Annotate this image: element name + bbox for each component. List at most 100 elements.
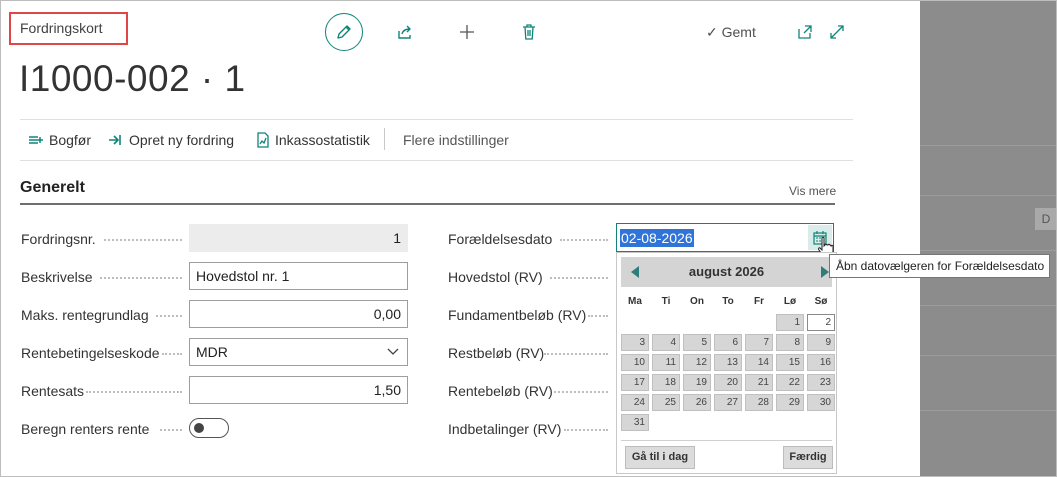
calendar-day[interactable]: 1: [776, 314, 804, 331]
chevron-down-icon: [387, 348, 399, 355]
calendar-day[interactable]: 5: [683, 334, 711, 351]
calendar-day[interactable]: 27: [714, 394, 742, 411]
calendar-day[interactable]: 3: [621, 334, 649, 351]
done-button[interactable]: Færdig: [783, 446, 833, 469]
interest-amount-label: Rentebeløb (RV): [448, 383, 553, 399]
plus-icon: [460, 25, 474, 39]
create-claim-icon: [109, 135, 121, 145]
calendar-day[interactable]: 12: [683, 354, 711, 371]
interest-rate-label: Rentesats: [21, 383, 85, 399]
datepicker-header: august 2026: [621, 257, 832, 287]
interest-terms-code-select[interactable]: MDR: [189, 338, 408, 366]
calendar-day[interactable]: 7: [745, 334, 773, 351]
limitation-date-value[interactable]: 02-08-2026: [620, 229, 694, 247]
show-more-link[interactable]: Vis mere: [789, 184, 836, 198]
edit-button[interactable]: [325, 13, 363, 51]
page-caption: Fordringskort: [9, 12, 128, 45]
background-divider: [920, 195, 1057, 196]
label-leader: [564, 428, 608, 431]
limitation-date-field[interactable]: 02-08-2026: [616, 223, 834, 252]
go-to-today-button[interactable]: Gå til i dag: [625, 446, 695, 469]
trash-icon: [523, 24, 535, 40]
delete-button[interactable]: [517, 20, 541, 44]
label-leader: [156, 314, 182, 317]
more-options-button[interactable]: Flere indstillinger: [403, 132, 509, 148]
label-leader: [104, 238, 182, 241]
payments-label: Indbetalinger (RV): [448, 421, 562, 437]
calendar-day[interactable]: 30: [807, 394, 835, 411]
datepicker-popup: august 2026 Ma Ti On To Fr Lø Sø 1 2 3 4 5 6 7 8 9 10 11 1…: [616, 252, 837, 474]
calendar-day[interactable]: 2: [807, 314, 835, 331]
background-divider: [920, 410, 1057, 411]
compound-interest-toggle[interactable]: [189, 418, 229, 438]
create-claim-button-label: Opret ny fordring: [129, 132, 235, 148]
post-button-label: Bogfør: [49, 132, 92, 148]
page-title: I1000-002 · 1: [19, 58, 246, 99]
calendar-day[interactable]: 14: [745, 354, 773, 371]
claim-no-field: 1: [189, 224, 408, 252]
description-field[interactable]: Hovedstol nr. 1: [189, 262, 408, 290]
label-leader: [162, 352, 182, 355]
share-icon: [398, 25, 411, 39]
calendar-day[interactable]: 29: [776, 394, 804, 411]
calendar-day[interactable]: 24: [621, 394, 649, 411]
label-leader: [550, 276, 608, 279]
description-label: Beskrivelse: [21, 269, 93, 285]
action-separator: [384, 128, 385, 150]
interest-rate-field[interactable]: 1,50: [189, 376, 408, 404]
calendar-day[interactable]: 21: [745, 374, 773, 391]
calendar-day[interactable]: 23: [807, 374, 835, 391]
max-interest-base-label: Maks. rentegrundlag: [21, 307, 149, 323]
more-options-label: Flere indstillinger: [403, 132, 509, 148]
label-leader: [86, 390, 182, 393]
share-button[interactable]: [393, 20, 417, 44]
statistics-icon: [257, 132, 269, 148]
weekday-header: Sø: [814, 296, 828, 307]
calendar-day[interactable]: 8: [776, 334, 804, 351]
next-month-arrow-icon[interactable]: [821, 266, 829, 278]
weekday-header: On: [690, 296, 704, 307]
calendar-day[interactable]: 28: [745, 394, 773, 411]
label-leader: [544, 352, 608, 355]
calendar-day[interactable]: 6: [714, 334, 742, 351]
check-icon: ✓: [706, 24, 718, 40]
create-claim-button[interactable]: Opret ny fordring: [108, 132, 234, 148]
open-in-new-window-button[interactable]: [793, 20, 817, 44]
background-page: D: [920, 0, 1057, 477]
statistics-button[interactable]: Inkassostatistik: [256, 132, 370, 148]
calendar-day[interactable]: 13: [714, 354, 742, 371]
saved-status-label: Gemt: [721, 24, 756, 40]
calendar-day[interactable]: 22: [776, 374, 804, 391]
weekday-header: To: [722, 296, 734, 307]
calendar-day[interactable]: 4: [652, 334, 680, 351]
background-chip: D: [1035, 208, 1057, 230]
compound-interest-label: Beregn renters rente: [21, 421, 150, 437]
label-leader: [100, 276, 182, 279]
post-icon: [29, 136, 43, 144]
interest-terms-code-value: MDR: [196, 344, 228, 360]
calendar-day[interactable]: 20: [714, 374, 742, 391]
background-divider: [920, 305, 1057, 306]
section-title[interactable]: Generelt: [20, 179, 85, 197]
expand-button[interactable]: [825, 20, 849, 44]
weekday-header: Ma: [628, 296, 642, 307]
weekday-header: Ti: [661, 296, 671, 307]
calendar-day[interactable]: 31: [621, 414, 649, 431]
max-interest-base-field[interactable]: 0,00: [189, 300, 408, 328]
limitation-date-label: Forældelsesdato: [448, 231, 553, 247]
calendar-day[interactable]: 16: [807, 354, 835, 371]
calendar-day[interactable]: 10: [621, 354, 649, 371]
new-button[interactable]: [455, 20, 479, 44]
calendar-day[interactable]: 15: [776, 354, 804, 371]
calendar-day[interactable]: 26: [683, 394, 711, 411]
calendar-day[interactable]: 19: [683, 374, 711, 391]
label-leader: [160, 428, 182, 431]
calendar-day[interactable]: 25: [652, 394, 680, 411]
calendar-day[interactable]: 18: [652, 374, 680, 391]
post-button[interactable]: Bogfør: [28, 132, 91, 148]
label-leader: [560, 238, 608, 241]
calendar-day[interactable]: 17: [621, 374, 649, 391]
datepicker-month-label: august 2026: [688, 264, 765, 279]
calendar-day[interactable]: 11: [652, 354, 680, 371]
calendar-day[interactable]: 9: [807, 334, 835, 351]
